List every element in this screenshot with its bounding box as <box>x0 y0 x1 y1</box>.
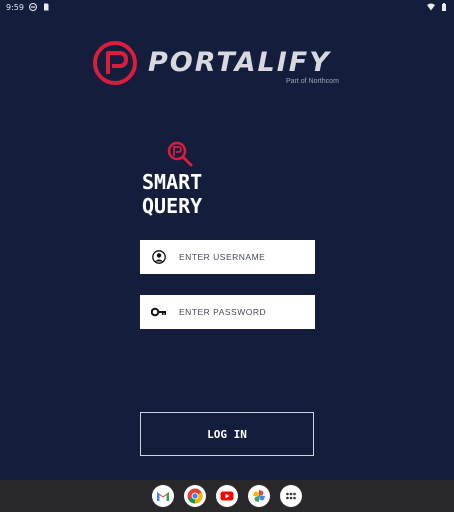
dnd-icon <box>28 3 37 11</box>
app-dock <box>0 480 454 512</box>
app-drawer-icon[interactable] <box>280 485 302 507</box>
battery-icon <box>442 3 446 11</box>
smart-query-search-icon <box>167 141 193 167</box>
brand-name: PORTALIFY <box>148 47 331 78</box>
status-bar: 9:59 <box>0 0 454 14</box>
chrome-icon[interactable] <box>184 485 206 507</box>
brand-tagline: Part of Northcom <box>286 78 339 85</box>
login-button[interactable]: LOG IN <box>140 412 314 456</box>
password-field[interactable] <box>140 295 315 329</box>
wifi-icon <box>427 3 435 11</box>
youtube-icon[interactable] <box>216 485 238 507</box>
portalify-logo-icon <box>93 41 137 85</box>
gmail-icon[interactable] <box>152 485 174 507</box>
status-right <box>427 3 448 11</box>
status-left: 9:59 <box>6 3 50 12</box>
sim-card-icon <box>43 3 49 11</box>
photos-icon[interactable] <box>248 485 270 507</box>
brand-logo: PORTALIFY Part of Northcom <box>92 38 364 90</box>
app-title-line1: SMART <box>142 170 203 194</box>
app-title-line2: QUERY <box>142 194 203 218</box>
password-input[interactable] <box>179 295 309 329</box>
key-icon <box>151 304 167 320</box>
username-field[interactable] <box>140 240 315 274</box>
user-icon <box>151 249 167 265</box>
username-input[interactable] <box>179 240 309 274</box>
status-time: 9:59 <box>6 2 24 12</box>
app-title: SMART QUERY <box>142 170 262 218</box>
